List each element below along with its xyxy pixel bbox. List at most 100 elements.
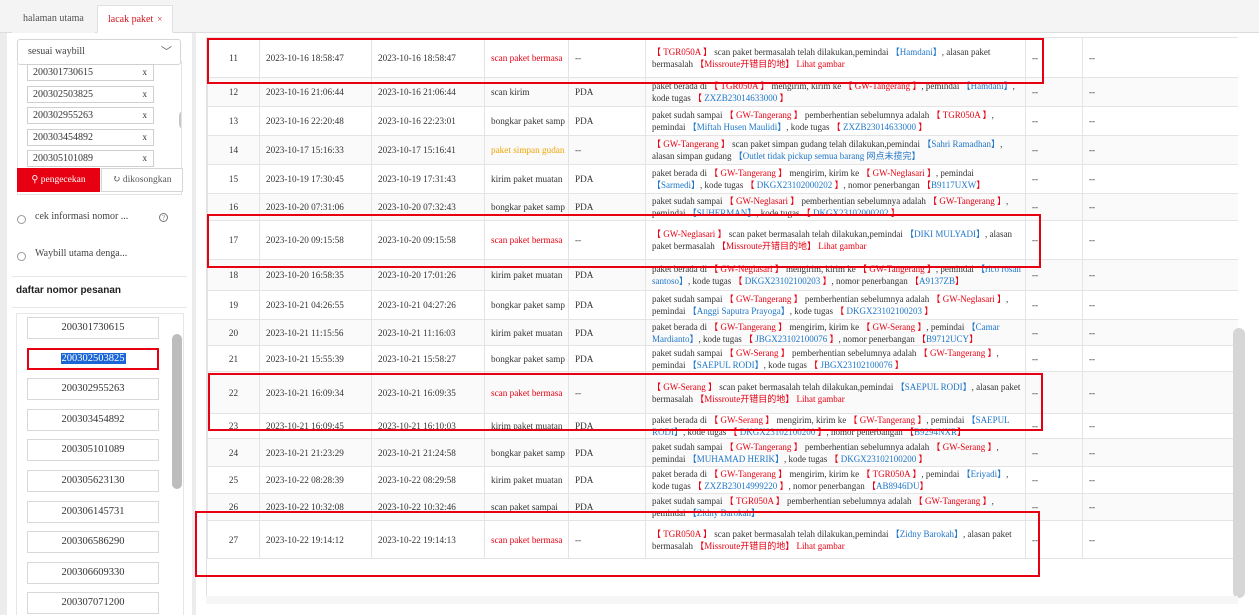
extra-col-2: -- xyxy=(1082,193,1238,221)
refresh-icon: ↻ xyxy=(112,175,121,185)
search-button[interactable]: ⚲ pengecekan xyxy=(17,168,100,192)
tab-track-package[interactable]: lacak paket × xyxy=(97,5,174,33)
detail-segment: 【 xyxy=(829,453,841,464)
detail-segment: , nomor penerbangan xyxy=(831,276,911,286)
remove-chip-icon[interactable]: x xyxy=(143,87,148,102)
remove-chip-icon[interactable]: x xyxy=(143,108,148,123)
extra-col-2: -- xyxy=(1082,319,1238,346)
device-type: PDA xyxy=(568,466,646,494)
detail-segment: paket sudah sampai xyxy=(652,496,725,506)
waybill-chip[interactable]: 200302955263 x xyxy=(27,107,154,124)
order-item[interactable]: 200306586290 xyxy=(27,531,159,554)
detail-segment: , kode tugas xyxy=(786,122,832,132)
detail-segment: DKGX23102100200 xyxy=(840,453,917,464)
table-row: 19 2023-10-21 04:26:55 2023-10-21 04:27:26… xyxy=(207,290,1238,320)
close-tab-icon[interactable]: × xyxy=(157,14,162,24)
order-item-label: 200307071200 xyxy=(61,597,125,609)
table-vertical-scrollbar[interactable] xyxy=(1233,328,1245,598)
detail-segment: 】 xyxy=(827,333,839,344)
detail-segment: 【 xyxy=(809,359,821,370)
scan-time: 2023-10-21 21:23:29 xyxy=(259,438,372,467)
table-row: 21 2023-10-21 15:55:39 2023-10-21 15:58:27… xyxy=(207,345,1238,372)
waybill-chip[interactable]: 200302503825 x xyxy=(27,85,154,103)
order-item[interactable]: 200306609330 xyxy=(27,561,159,584)
detail-segment: , pemindai xyxy=(935,168,974,178)
divider xyxy=(12,307,187,308)
tab-home[interactable]: halaman utama xyxy=(12,5,95,33)
remove-chip-icon[interactable]: x xyxy=(143,65,148,80)
detail-segment: 【 GW-Tangerang 】 xyxy=(918,347,997,358)
help-icon[interactable]: ? xyxy=(159,213,168,222)
tracking-detail: paket sudah sampai 【 GW-Tangerang 】 pemb… xyxy=(645,106,1026,136)
remove-chip-icon[interactable]: x xyxy=(143,151,148,166)
waybill-chip[interactable]: 200303454892 x xyxy=(27,128,154,146)
tracking-detail: paket berada di 【 GW-Tangerang 】 mengiri… xyxy=(645,164,1026,194)
remove-chip-icon[interactable]: x xyxy=(143,130,148,145)
detail-segment: pemberhentian sebelumnya adalah xyxy=(784,496,914,506)
extra-col-1: -- xyxy=(1025,135,1083,165)
tracking-detail: paket berada di 【 GW-Tangerang 】 mengiri… xyxy=(645,466,1026,494)
extra-col-2: -- xyxy=(1082,466,1238,494)
scan-time: 2023-10-21 04:26:55 xyxy=(259,290,372,320)
tracking-detail: paket berada di 【 GW-Tangerang 】 mengiri… xyxy=(645,319,1026,346)
detail-segment: 【 TGR050A 】 xyxy=(931,110,992,120)
waybill-chip-label: 200305101089 xyxy=(33,153,93,164)
detail-segment: 【 GW-Serang 】 xyxy=(724,347,790,358)
scan-time: 2023-10-19 17:30:45 xyxy=(259,164,372,194)
detail-segment: , nomor penerbangan xyxy=(843,180,923,190)
order-item-label: 200302955263 xyxy=(61,383,125,395)
detail-segment: 【 xyxy=(745,180,757,190)
detail-segment: 】 xyxy=(832,180,844,190)
radio-main-waybill[interactable] xyxy=(17,252,26,261)
detail-segment: paket sudah sampai xyxy=(652,441,725,452)
order-item[interactable]: 200305623130 xyxy=(27,470,159,492)
order-item[interactable]: 200301730615 xyxy=(27,317,159,339)
search-icon: ⚲ xyxy=(31,175,39,185)
order-list-title: daftar nomor pesanan xyxy=(16,285,122,296)
order-item[interactable]: 200305101089 xyxy=(27,439,159,462)
table-row: 25 2023-10-22 08:28:39 2023-10-22 08:29:58… xyxy=(207,466,1238,494)
detail-segment: pemberhentian sebelumnya adalah xyxy=(799,196,929,206)
waybill-scrollbar[interactable] xyxy=(179,111,181,129)
extra-col-2: -- xyxy=(1082,371,1238,414)
order-item[interactable]: 200303454892 xyxy=(27,408,159,431)
table-horizontal-scrollbar[interactable] xyxy=(206,596,1238,604)
order-list-scrollbar[interactable] xyxy=(172,334,182,489)
row-number: 21 xyxy=(207,345,260,372)
detail-segment: , kode tugas xyxy=(700,180,746,190)
detail-segment: , pemindai xyxy=(926,321,967,332)
extra-col-2: -- xyxy=(1082,345,1238,372)
detail-segment: 】 xyxy=(916,122,928,132)
detail-segment: 】 xyxy=(919,481,929,491)
detail-segment: 【 GW-Neglasari 】 xyxy=(861,168,936,178)
clear-button[interactable]: ↻ dikosongkan xyxy=(101,168,183,192)
waybill-chip[interactable]: 200305101089 x xyxy=(27,150,154,167)
extra-col-2: -- xyxy=(1082,438,1238,467)
highlight-box-row-17 xyxy=(207,214,1041,268)
extra-col-2: -- xyxy=(1082,164,1238,194)
waybill-chip[interactable]: 200301730615 x xyxy=(27,64,154,81)
row-number: 24 xyxy=(207,438,260,467)
highlight-box-row-27 xyxy=(195,511,1040,577)
detail-segment: , kode tugas xyxy=(763,359,810,370)
order-item[interactable]: 200307071200 xyxy=(27,592,159,615)
detail-segment: AB8946DU xyxy=(876,481,920,491)
detail-segment: 【 xyxy=(733,276,745,286)
order-item[interactable]: 200306145731 xyxy=(27,500,159,523)
device-type: PDA xyxy=(568,438,646,467)
order-item-label: 200306609330 xyxy=(61,566,125,578)
order-item-selected[interactable]: 200302503825 xyxy=(27,347,159,370)
radio-check-info[interactable] xyxy=(17,215,26,224)
detail-segment: 【SAEPUL RODI】 xyxy=(687,359,764,370)
detail-segment: 【 xyxy=(922,180,932,190)
order-item[interactable]: 200302955263 xyxy=(27,378,159,401)
order-item-label: 200305623130 xyxy=(61,475,125,486)
detail-segment: DKGX23102100203 xyxy=(846,306,923,316)
scan-time: 2023-10-21 15:55:39 xyxy=(259,345,372,372)
scan-time: 2023-10-21 11:15:56 xyxy=(259,319,372,346)
scan-time: 2023-10-17 15:16:33 xyxy=(259,135,372,165)
upload-time: 2023-10-16 22:23:01 xyxy=(371,106,485,136)
detail-segment: 】 xyxy=(916,453,928,464)
detail-segment: mengirim, kirim ke xyxy=(787,469,862,479)
extra-col-1: -- xyxy=(1025,164,1083,194)
